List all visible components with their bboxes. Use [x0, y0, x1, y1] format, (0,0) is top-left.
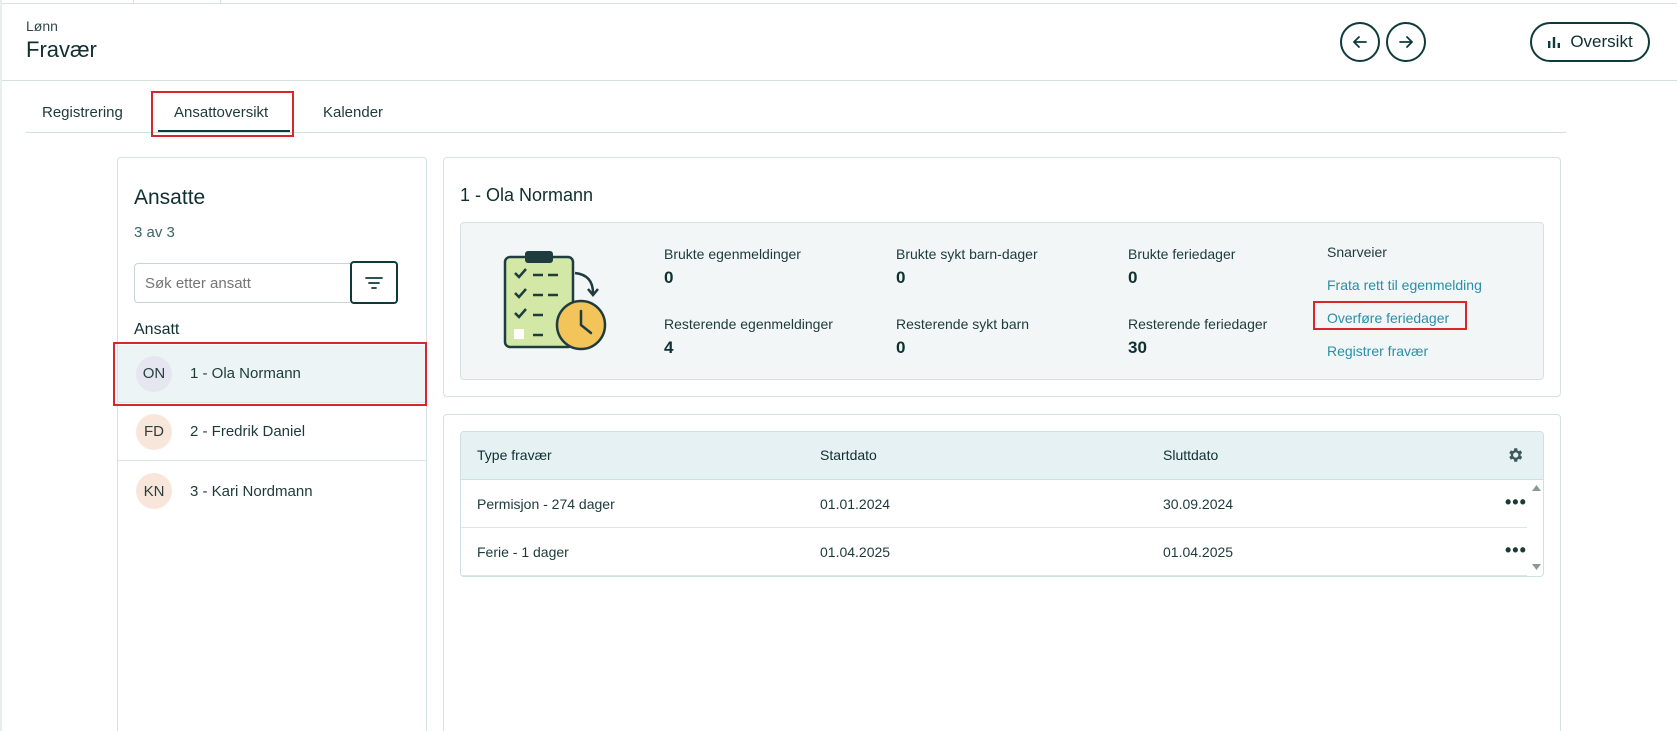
- table-scrollbar[interactable]: [1529, 480, 1543, 576]
- left-edge: [0, 0, 2, 731]
- stat-label: Brukte egenmeldinger: [664, 246, 801, 262]
- shortcuts-title: Snarveier: [1327, 244, 1387, 260]
- stat-value: 30: [1128, 338, 1147, 357]
- stat-value: 0: [1128, 268, 1138, 287]
- overview-button[interactable]: Oversikt: [1530, 22, 1650, 62]
- employee-highlight-box: [113, 342, 427, 406]
- employee-search-input[interactable]: [134, 263, 350, 303]
- cell-type: Permisjon - 274 dager: [477, 496, 615, 512]
- avatar: KN: [136, 473, 172, 509]
- arrow-right-icon: [1399, 36, 1413, 48]
- cell-end: 01.04.2025: [1163, 544, 1234, 560]
- stat-label: Resterende egenmeldinger: [664, 316, 833, 332]
- column-header-start[interactable]: Startdato: [820, 447, 877, 463]
- previous-button[interactable]: [1340, 22, 1380, 62]
- absence-table-panel: Type fravær Startdato Sluttdato Permisjo…: [443, 414, 1561, 731]
- page-header: Lønn Fravær Oversikt: [2, 4, 1677, 81]
- stat-value: 0: [896, 268, 906, 287]
- stat-value: 4: [664, 338, 674, 357]
- row-more-icon[interactable]: •••: [1505, 492, 1527, 513]
- page-title: Fravær: [26, 37, 97, 62]
- stat-label: Resterende sykt barn: [896, 316, 1030, 332]
- filter-icon: [365, 276, 383, 289]
- gear-icon[interactable]: [1506, 446, 1524, 464]
- arrow-left-icon: [1353, 36, 1367, 48]
- absence-table: Type fravær Startdato Sluttdato Permisjo…: [460, 431, 1544, 577]
- breadcrumb[interactable]: Lønn: [26, 18, 58, 34]
- table-row[interactable]: Permisjon - 274 dager 01.01.2024 30.09.2…: [461, 480, 1527, 528]
- employee-row[interactable]: KN 3 - Kari Nordmann: [118, 462, 426, 520]
- stat-value: 0: [896, 338, 906, 357]
- employee-detail-title: 1 - Ola Normann: [460, 185, 594, 205]
- cell-end: 30.09.2024: [1163, 496, 1234, 512]
- employees-panel: Ansatte 3 av 3 Ansatt ON 1 - Ola Normann…: [117, 157, 427, 731]
- shortcut-register-absence[interactable]: Registrer fravær: [1327, 343, 1428, 359]
- column-header-end[interactable]: Sluttdato: [1163, 447, 1218, 463]
- stat-label: Brukte sykt barn-dager: [896, 246, 1038, 262]
- tab-highlight-box: [151, 91, 294, 137]
- stat-value: 0: [664, 268, 674, 287]
- bar-chart-icon: [1548, 37, 1561, 48]
- row-more-icon[interactable]: •••: [1505, 540, 1527, 561]
- employee-name: 2 - Fredrik Daniel: [190, 423, 306, 440]
- overview-label: Oversikt: [1570, 32, 1633, 51]
- avatar: FD: [136, 413, 172, 450]
- tab-registrering[interactable]: Registrering: [42, 104, 123, 121]
- employees-count: 3 av 3: [134, 224, 175, 241]
- employee-detail-panel: 1 - Ola Normann Brukte egenmeldinger 0 B…: [443, 157, 1561, 397]
- scrollbar-arrows-icon: [1532, 485, 1541, 570]
- shortcut-revoke-self-certification[interactable]: Frata rett til egenmelding: [1327, 277, 1482, 293]
- filter-button[interactable]: [350, 261, 398, 304]
- next-button[interactable]: [1386, 22, 1426, 62]
- table-header: Type fravær Startdato Sluttdato: [461, 432, 1543, 480]
- tab-kalender[interactable]: Kalender: [323, 104, 383, 121]
- cell-type: Ferie - 1 dager: [477, 544, 569, 560]
- table-row[interactable]: Ferie - 1 dager 01.04.2025 01.04.2025 ••…: [461, 528, 1527, 576]
- column-header-type[interactable]: Type fravær: [477, 447, 552, 463]
- employee-name: 3 - Kari Nordmann: [190, 482, 313, 500]
- clipboard-clock-icon: [503, 251, 607, 351]
- cell-start: 01.01.2024: [820, 496, 891, 512]
- employee-column-label: Ansatt: [134, 321, 180, 338]
- shortcut-highlight-box: [1313, 301, 1467, 330]
- employee-row[interactable]: FD 2 - Fredrik Daniel: [118, 403, 426, 461]
- stat-label: Brukte feriedager: [1128, 246, 1236, 262]
- employees-title: Ansatte: [134, 186, 206, 209]
- cell-start: 01.04.2025: [820, 544, 891, 560]
- stat-label: Resterende feriedager: [1128, 316, 1268, 332]
